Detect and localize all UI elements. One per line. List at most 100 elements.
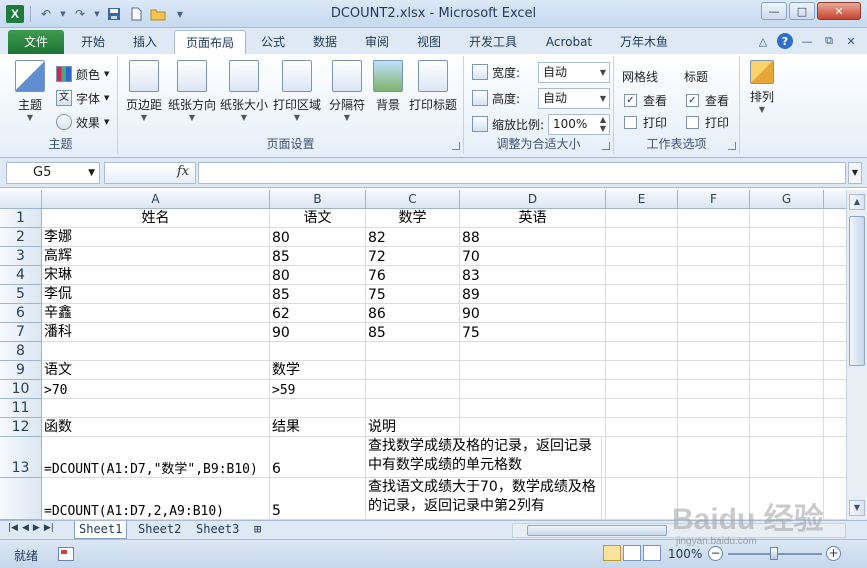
row-header[interactable]: 8 bbox=[0, 342, 42, 361]
maximize-button[interactable]: □ bbox=[789, 2, 815, 20]
cell[interactable] bbox=[606, 478, 678, 520]
first-sheet-icon[interactable]: |◀ bbox=[8, 523, 18, 533]
cell[interactable] bbox=[366, 361, 460, 380]
cell[interactable] bbox=[824, 361, 846, 380]
tab-view[interactable]: 视图 bbox=[406, 30, 452, 54]
cell[interactable]: 75 bbox=[366, 285, 460, 304]
row-header[interactable]: 1 bbox=[0, 209, 42, 228]
cell[interactable]: 说明 bbox=[366, 418, 460, 437]
normal-view-icon[interactable] bbox=[603, 545, 621, 561]
cell[interactable]: 潘科 bbox=[42, 323, 270, 342]
cell[interactable] bbox=[366, 342, 460, 361]
page-setup-launcher-icon[interactable] bbox=[452, 142, 460, 150]
cell[interactable] bbox=[678, 247, 750, 266]
row-header[interactable]: 5 bbox=[0, 285, 42, 304]
column-header-e[interactable]: E bbox=[606, 190, 678, 209]
cell[interactable] bbox=[606, 418, 678, 437]
cell[interactable] bbox=[460, 418, 606, 437]
cell[interactable] bbox=[750, 266, 824, 285]
cell[interactable] bbox=[824, 247, 846, 266]
cell[interactable]: 查找语文成绩大于70，数学成绩及格的记录，返回记录中第2列有 bbox=[366, 478, 602, 520]
cell[interactable]: 结果 bbox=[270, 418, 366, 437]
tab-page-layout[interactable]: 页面布局 bbox=[174, 30, 246, 54]
cell[interactable]: 李侃 bbox=[42, 285, 270, 304]
cell[interactable] bbox=[824, 285, 846, 304]
cell[interactable]: 语文 bbox=[270, 209, 366, 228]
cell[interactable] bbox=[606, 399, 678, 418]
workbook-restore-icon[interactable]: ⧉ bbox=[821, 33, 837, 49]
cell[interactable]: 函数 bbox=[42, 418, 270, 437]
cell[interactable] bbox=[824, 342, 846, 361]
row-header[interactable]: 11 bbox=[0, 399, 42, 418]
cell[interactable] bbox=[606, 361, 678, 380]
zoom-level[interactable]: 100% bbox=[668, 547, 702, 561]
cell[interactable] bbox=[750, 361, 824, 380]
background-button[interactable]: 背景 bbox=[370, 60, 406, 113]
vertical-scrollbar[interactable]: ▲ ▼ bbox=[846, 190, 867, 520]
cell[interactable] bbox=[750, 418, 824, 437]
cell[interactable] bbox=[678, 361, 750, 380]
cell[interactable] bbox=[606, 304, 678, 323]
cell[interactable] bbox=[824, 418, 846, 437]
workbook-minimize-icon[interactable]: — bbox=[799, 33, 815, 49]
close-button[interactable]: ✕ bbox=[817, 2, 861, 20]
insert-sheet-icon[interactable]: ⊞ bbox=[250, 521, 265, 539]
tab-file[interactable]: 文件 bbox=[8, 30, 64, 54]
cell[interactable]: 89 bbox=[460, 285, 606, 304]
row-header[interactable]: 3 bbox=[0, 247, 42, 266]
insert-function-icon[interactable]: fx bbox=[177, 164, 189, 179]
cell[interactable]: 80 bbox=[270, 266, 366, 285]
cell[interactable]: 英语 bbox=[460, 209, 606, 228]
zoom-slider-thumb[interactable] bbox=[770, 547, 778, 560]
cell[interactable] bbox=[824, 323, 846, 342]
cell[interactable] bbox=[824, 399, 846, 418]
zoom-out-icon[interactable]: − bbox=[708, 546, 723, 561]
row-header[interactable]: 6 bbox=[0, 304, 42, 323]
cell[interactable] bbox=[824, 228, 846, 247]
cell[interactable] bbox=[606, 380, 678, 399]
help-icon[interactable]: ? bbox=[777, 33, 793, 49]
cell[interactable] bbox=[824, 478, 846, 520]
size-button[interactable]: 纸张大小 ▼ bbox=[218, 60, 270, 122]
cell[interactable] bbox=[42, 342, 270, 361]
column-header-f[interactable]: F bbox=[678, 190, 750, 209]
page-layout-view-icon[interactable] bbox=[623, 545, 641, 561]
expand-formula-bar-icon[interactable]: ▼ bbox=[848, 162, 862, 184]
tab-home[interactable]: 开始 bbox=[70, 30, 116, 54]
cell[interactable]: 86 bbox=[366, 304, 460, 323]
cell[interactable] bbox=[750, 228, 824, 247]
cell[interactable] bbox=[678, 304, 750, 323]
scroll-down-icon[interactable]: ▼ bbox=[849, 500, 865, 516]
height-dropdown[interactable]: 自动 ▼ bbox=[538, 88, 610, 109]
tab-review[interactable]: 审阅 bbox=[354, 30, 400, 54]
theme-colors-button[interactable]: 颜色 ▼ bbox=[56, 64, 109, 84]
formula-input[interactable] bbox=[198, 162, 846, 184]
cell[interactable] bbox=[606, 247, 678, 266]
cell[interactable]: 85 bbox=[270, 285, 366, 304]
orientation-button[interactable]: 纸张方向 ▼ bbox=[166, 60, 218, 122]
cell[interactable] bbox=[750, 342, 824, 361]
cell[interactable] bbox=[678, 266, 750, 285]
cell[interactable]: 80 bbox=[270, 228, 366, 247]
print-titles-button[interactable]: 打印标题 bbox=[406, 60, 460, 113]
cell[interactable]: 宋琳 bbox=[42, 266, 270, 285]
name-box[interactable]: G5 ▼ bbox=[6, 162, 100, 184]
cell[interactable]: 数学 bbox=[270, 361, 366, 380]
cell[interactable]: 70 bbox=[460, 247, 606, 266]
next-sheet-icon[interactable]: ▶ bbox=[33, 523, 40, 533]
cell[interactable] bbox=[606, 209, 678, 228]
cell[interactable]: 76 bbox=[366, 266, 460, 285]
cell[interactable] bbox=[606, 285, 678, 304]
workbook-close-icon[interactable]: ✕ bbox=[843, 33, 859, 49]
cell[interactable]: 5 bbox=[270, 478, 366, 520]
row-header[interactable]: 7 bbox=[0, 323, 42, 342]
record-macro-icon[interactable] bbox=[58, 547, 74, 561]
column-header-partial[interactable] bbox=[824, 190, 846, 209]
sheet-tab-sheet2[interactable]: Sheet2 bbox=[134, 521, 185, 539]
cell[interactable] bbox=[750, 399, 824, 418]
minimize-ribbon-icon[interactable]: △ bbox=[755, 33, 771, 49]
cell[interactable] bbox=[678, 380, 750, 399]
print-area-button[interactable]: 打印区域 ▼ bbox=[270, 60, 324, 122]
cell[interactable]: 辛鑫 bbox=[42, 304, 270, 323]
theme-effects-button[interactable]: 效果 ▼ bbox=[56, 112, 109, 132]
